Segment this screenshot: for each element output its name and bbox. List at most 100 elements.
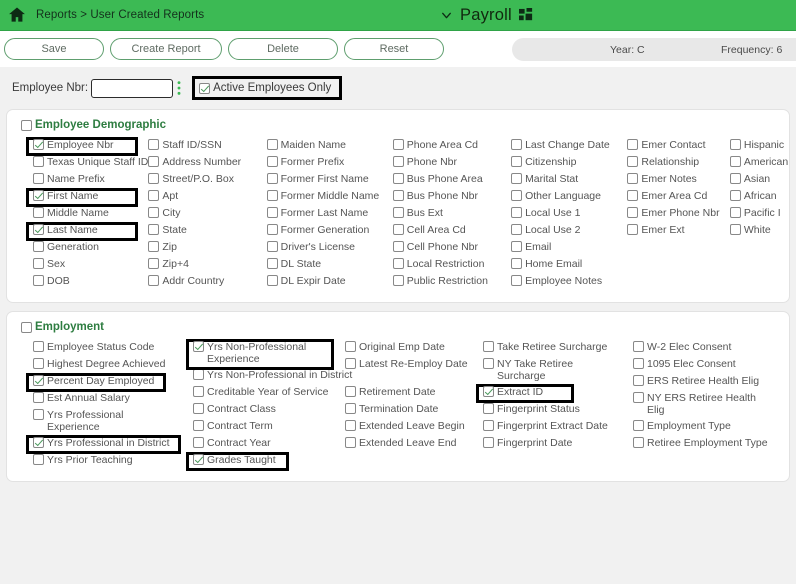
reset-button[interactable]: Reset (344, 38, 444, 60)
checkbox-item[interactable]: Maiden Name (266, 139, 393, 156)
checkbox-city[interactable] (148, 207, 160, 218)
save-button[interactable]: Save (4, 38, 104, 60)
section-select-all-checkbox[interactable] (21, 321, 32, 333)
checkbox-email[interactable] (511, 241, 523, 252)
checkbox-creditable-year-of-service[interactable] (193, 386, 204, 397)
checkbox-white[interactable] (729, 224, 741, 235)
checkbox-yrs-prior-teaching[interactable] (33, 454, 44, 465)
checkbox-item[interactable]: Bus Phone Nbr (392, 190, 511, 207)
checkbox-ny-take-retiree-surcharge[interactable] (483, 358, 494, 369)
checkbox-fingerprint-extract-date[interactable] (483, 420, 494, 431)
checkbox-staff-id-ssn[interactable] (148, 139, 160, 150)
checkbox-marital-stat[interactable] (511, 173, 523, 184)
checkbox-item[interactable]: American (729, 156, 789, 173)
active-employees-only-checkbox[interactable] (199, 82, 211, 94)
section-select-all-checkbox[interactable] (21, 119, 32, 131)
checkbox-item[interactable]: Hispanic (729, 139, 789, 156)
checkbox-item[interactable]: Employment Type (633, 420, 763, 437)
checkbox-item[interactable]: Zip (148, 241, 266, 258)
checkbox-home-email[interactable] (511, 258, 523, 269)
checkbox-item[interactable]: Local Use 2 (511, 224, 627, 241)
grid-icon[interactable] (518, 7, 534, 23)
checkbox-item[interactable]: DL Expir Date (266, 275, 393, 292)
checkbox-phone-area-cd[interactable] (392, 139, 404, 150)
checkbox-employee-nbr[interactable] (33, 139, 44, 150)
checkbox-item[interactable]: NY ERS Retiree Health Elig (633, 392, 763, 420)
checkbox-american[interactable] (729, 156, 741, 167)
checkbox-item[interactable]: Asian (729, 173, 789, 190)
checkbox-other-language[interactable] (511, 190, 523, 201)
checkbox-item[interactable]: First Name (25, 188, 148, 207)
checkbox-highest-degree-achieved[interactable] (33, 358, 44, 369)
checkbox-item[interactable]: Retiree Employment Type (633, 437, 768, 454)
checkbox-former-prefix[interactable] (266, 156, 278, 167)
checkbox-employee-notes[interactable] (511, 275, 523, 286)
checkbox-yrs-professional-experience[interactable] (33, 409, 44, 420)
checkbox-item[interactable]: Former Prefix (266, 156, 393, 173)
checkbox-item[interactable]: Street/P.O. Box (148, 173, 266, 190)
checkbox-latest-re-employ-date[interactable] (345, 358, 356, 369)
checkbox-termination-date[interactable] (345, 403, 356, 414)
checkbox-item[interactable]: Former Last Name (266, 207, 393, 224)
checkbox-middle-name[interactable] (33, 207, 44, 218)
checkbox-apt[interactable] (148, 190, 160, 201)
checkbox-w-2-elec-consent[interactable] (633, 341, 644, 352)
checkbox-item[interactable]: Citizenship (511, 156, 627, 173)
checkbox-item[interactable]: Contract Class (193, 403, 345, 420)
checkbox-dl-state[interactable] (266, 258, 278, 269)
checkbox-1095-elec-consent[interactable] (633, 358, 644, 369)
checkbox-item[interactable]: Public Restriction (392, 275, 511, 292)
checkbox-emer-ext[interactable] (627, 224, 639, 235)
checkbox-last-name[interactable] (33, 224, 44, 235)
checkbox-item[interactable]: Fingerprint Status (483, 403, 633, 420)
checkbox-item[interactable]: Percent Day Employed (26, 373, 193, 392)
checkbox-retirement-date[interactable] (345, 386, 356, 397)
checkbox-item[interactable]: Last Change Date (511, 139, 627, 156)
checkbox-item[interactable]: Grades Taught (186, 452, 345, 471)
checkbox-street-p-o-box[interactable] (148, 173, 160, 184)
checkbox-item[interactable]: Pacific I (729, 207, 789, 224)
checkbox-local-use-2[interactable] (511, 224, 523, 235)
checkbox-est-annual-salary[interactable] (33, 392, 44, 403)
checkbox-item[interactable]: Sex (33, 258, 148, 275)
checkbox-addr-country[interactable] (148, 275, 160, 286)
checkbox-retiree-employment-type[interactable] (633, 437, 644, 448)
checkbox-ers-retiree-health-elig[interactable] (633, 375, 644, 386)
checkbox-sex[interactable] (33, 258, 44, 269)
checkbox-emer-phone-nbr[interactable] (627, 207, 639, 218)
checkbox-contract-term[interactable] (193, 420, 204, 431)
checkbox-item[interactable]: Latest Re-Employ Date (345, 358, 483, 386)
checkbox-item[interactable]: DOB (33, 275, 148, 292)
checkbox-item[interactable]: Former Generation (266, 224, 393, 241)
checkbox-hispanic[interactable] (729, 139, 741, 150)
checkbox-take-retiree-surcharge[interactable] (483, 341, 494, 352)
create-report-button[interactable]: Create Report (110, 38, 222, 60)
checkbox-item[interactable]: Phone Area Cd (392, 139, 511, 156)
checkbox-item[interactable]: NY Take Retiree Surcharge (483, 358, 633, 386)
checkbox-item[interactable]: White (729, 224, 789, 241)
checkbox-asian[interactable] (729, 173, 741, 184)
checkbox-bus-ext[interactable] (392, 207, 404, 218)
checkbox-item[interactable]: Emer Contact (627, 139, 730, 156)
checkbox-item[interactable]: City (148, 207, 266, 224)
checkbox-item[interactable]: Take Retiree Surcharge (483, 341, 633, 358)
vertical-dots-icon[interactable] (176, 80, 182, 96)
checkbox-item[interactable]: Cell Area Cd (392, 224, 511, 241)
employee-nbr-input[interactable] (91, 78, 174, 98)
checkbox-fingerprint-date[interactable] (483, 437, 494, 448)
checkbox-relationship[interactable] (627, 156, 639, 167)
checkbox-contract-class[interactable] (193, 403, 204, 414)
checkbox-generation[interactable] (33, 241, 44, 252)
checkbox-item[interactable]: Zip+4 (148, 258, 266, 275)
checkbox-bus-phone-area[interactable] (392, 173, 404, 184)
checkbox-employment-type[interactable] (633, 420, 644, 431)
checkbox-item[interactable]: Apt (148, 190, 266, 207)
checkbox-state[interactable] (148, 224, 160, 235)
checkbox-item[interactable]: Marital Stat (511, 173, 627, 190)
checkbox-item[interactable]: Driver's License (266, 241, 393, 258)
checkbox-item[interactable]: Yrs Prior Teaching (33, 454, 193, 471)
checkbox-item[interactable]: Addr Country (148, 275, 266, 292)
checkbox-name-prefix[interactable] (33, 173, 44, 184)
checkbox-former-last-name[interactable] (266, 207, 278, 218)
checkbox-item[interactable]: Bus Ext (392, 207, 511, 224)
